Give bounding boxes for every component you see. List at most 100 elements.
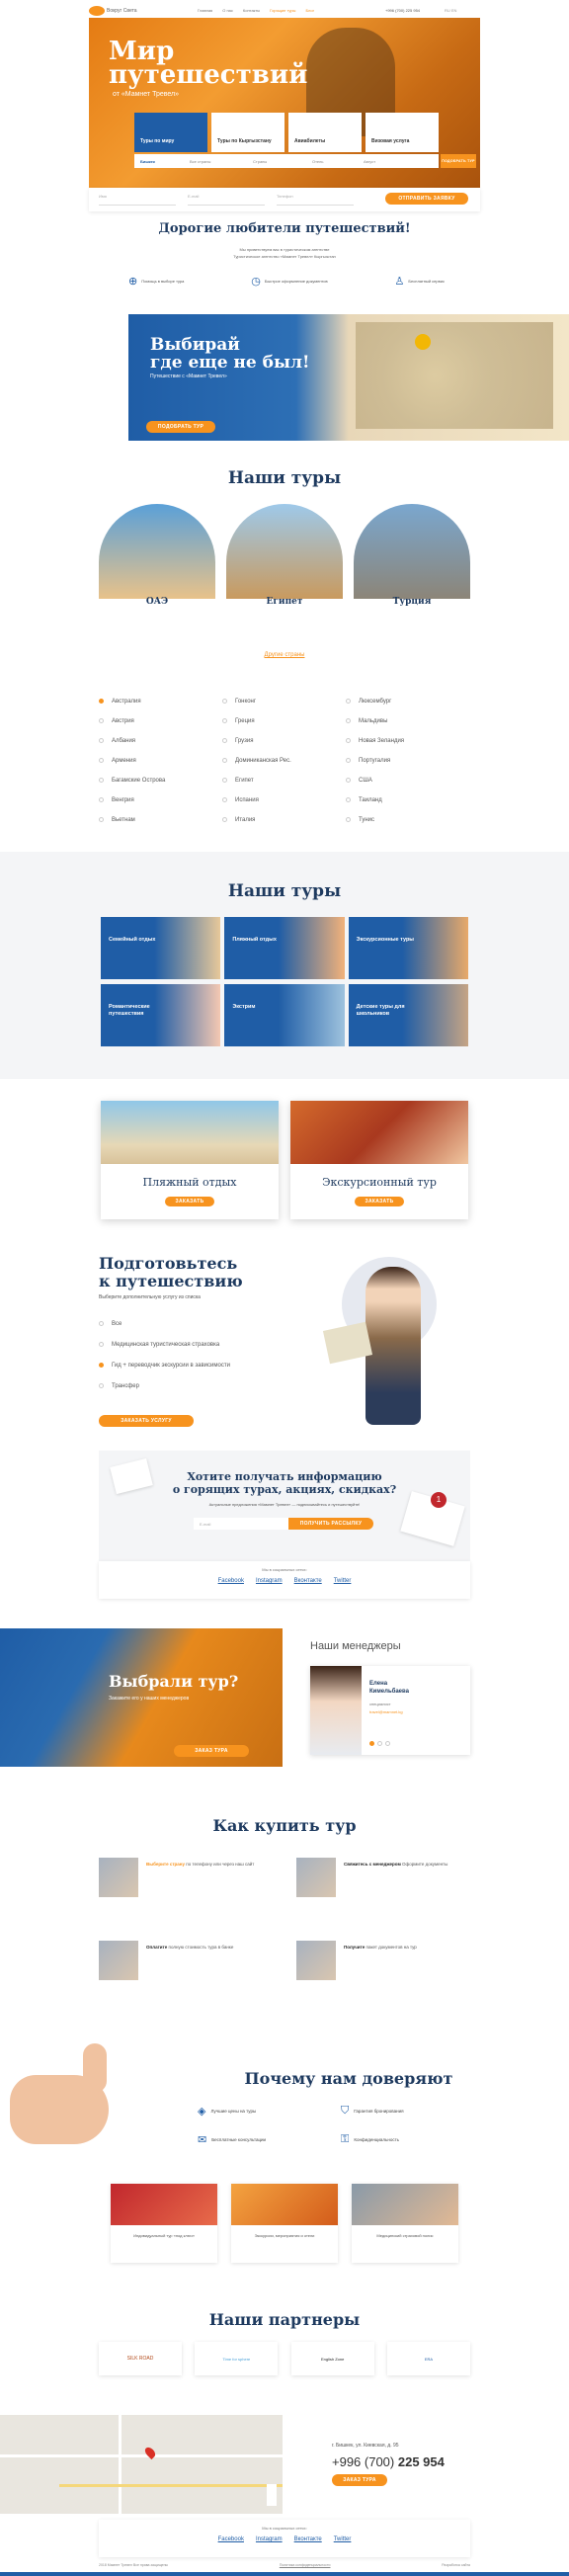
country-item[interactable]: Гонконг — [222, 692, 346, 711]
country-item[interactable]: Албания — [99, 731, 222, 751]
option-all[interactable]: Все — [99, 1314, 296, 1335]
facebook-link[interactable]: Facebook — [218, 1578, 244, 1584]
country-item[interactable]: Люксембург — [346, 692, 469, 711]
partners-logos: SILK ROAD Time for sphere English Zone E… — [99, 2342, 470, 2375]
nav-hot[interactable]: Горящие туры — [270, 8, 295, 13]
country-item[interactable]: Новая Зеландия — [346, 731, 469, 751]
country-item[interactable]: Италия — [222, 810, 346, 830]
tour-type-tile[interactable]: Пляжный отдых — [224, 917, 345, 979]
partner-era[interactable]: ERA — [386, 2342, 470, 2375]
beach-order-button[interactable]: ЗАКАЗАТЬ — [165, 1197, 214, 1206]
footer-facebook-link[interactable]: Facebook — [218, 2536, 244, 2542]
option-transfer[interactable]: Трансфер — [99, 1376, 296, 1397]
tour-turkey[interactable]: Турция — [354, 504, 470, 615]
country-item[interactable]: Вьетнам — [99, 810, 222, 830]
country-item[interactable]: Испания — [222, 790, 346, 810]
footer-twitter-link[interactable]: Twitter — [334, 2536, 352, 2542]
feature-free: ♙ Бесплатный сервис — [394, 276, 445, 288]
tour-egypt[interactable]: Египет — [226, 504, 343, 615]
search-hotel[interactable]: Отель — [312, 159, 364, 164]
tour-type-tile[interactable]: Экскурсионные туры — [348, 917, 468, 979]
dev-link[interactable]: Разработка сайта — [442, 2563, 470, 2567]
excursion-card[interactable]: Экскурсионный тур ЗАКАЗАТЬ — [290, 1101, 468, 1219]
tab-world[interactable]: Туры по миру — [134, 113, 207, 152]
contacts-order-button[interactable]: ЗАКАЗ ТУРА — [332, 2474, 387, 2486]
map-zoom-control[interactable] — [267, 2484, 277, 2506]
search-city[interactable]: Бишкек — [134, 159, 190, 164]
promo-sub: Путешествие с «Мамнет Тревел» — [150, 374, 227, 379]
policy-link[interactable]: Политика конфиденциальности — [280, 2563, 331, 2567]
step-text: Оплатите полную стоимость тура в банке — [146, 1945, 234, 1950]
country-item[interactable]: Мальдивы — [346, 711, 469, 731]
country-item[interactable]: Таиланд — [346, 790, 469, 810]
tour-type-tile[interactable]: Романтические путешествия — [101, 984, 221, 1046]
manager-photo — [310, 1666, 362, 1755]
lang-switch[interactable]: RU EN — [445, 8, 456, 13]
beach-card[interactable]: Пляжный отдых ЗАКАЗАТЬ — [101, 1101, 279, 1219]
partner-englishzone[interactable]: English Zone — [290, 2342, 374, 2375]
trust-photo-2: Экскурсии, мероприятия и отели — [231, 2184, 338, 2263]
logo-text[interactable]: Вокруг Света — [107, 8, 137, 14]
uae-photo — [99, 504, 215, 599]
country-item[interactable]: Доминиканская Рес. — [222, 751, 346, 771]
main-nav: Главная О нас Контакты Горящие туры Блог — [198, 8, 314, 13]
logo-icon[interactable] — [89, 6, 105, 16]
tour-type-tile[interactable]: Экстрим — [224, 984, 345, 1046]
country-item[interactable]: Грузия — [222, 731, 346, 751]
hero-tabs: Туры по миру Туры по Кыргызстану Авиабил… — [134, 113, 439, 152]
nav-home[interactable]: Главная — [198, 8, 212, 13]
vk-link[interactable]: Вконтакте — [294, 1578, 322, 1584]
partner-silkroad[interactable]: SILK ROAD — [99, 2342, 182, 2375]
country-item[interactable]: Тунис — [346, 810, 469, 830]
search-button[interactable]: ПОДОБРАТЬ ТУР — [441, 154, 476, 168]
clock-icon: ◷ — [251, 276, 261, 288]
country-item[interactable]: Португалия — [346, 751, 469, 771]
twitter-link[interactable]: Twitter — [334, 1578, 352, 1584]
nav-about[interactable]: О нас — [222, 8, 233, 13]
search-date[interactable]: Август — [364, 159, 423, 164]
nav-contacts[interactable]: Контакты — [243, 8, 260, 13]
country-item[interactable]: Египет — [222, 771, 346, 790]
country-item[interactable]: Венгрия — [99, 790, 222, 810]
name-field[interactable]: Имя — [99, 194, 176, 206]
tab-avia[interactable]: Авиабилеты — [288, 113, 362, 152]
footer-vk-link[interactable]: Вконтакте — [294, 2536, 322, 2542]
order-tour-button[interactable]: ЗАКАЗ ТУРА — [174, 1745, 249, 1757]
nav-blog[interactable]: Блог — [305, 8, 314, 13]
pin-icon — [415, 334, 431, 350]
map[interactable] — [0, 2415, 283, 2514]
option-guide[interactable]: Гид + переводчик экскурсии в зависимости — [99, 1356, 296, 1376]
email-field[interactable]: E-mail — [188, 194, 265, 206]
manager-email[interactable]: travel@mamnet.kg — [369, 1709, 403, 1714]
footer-instagram-link[interactable]: Instagram — [256, 2536, 283, 2542]
tab-kyrgyzstan[interactable]: Туры по Кыргызстану — [211, 113, 284, 152]
other-countries-link[interactable]: Другие страны — [0, 652, 569, 658]
excursion-order-button[interactable]: ЗАКАЗАТЬ — [355, 1197, 404, 1206]
country-item[interactable]: Австралия — [99, 692, 222, 711]
phone-field[interactable]: Телефон — [277, 194, 354, 206]
subscribe-button[interactable]: ПОЛУЧИТЬ РАССЫЛКУ — [288, 1518, 373, 1530]
country-item[interactable]: Армения — [99, 751, 222, 771]
partner-timeforsphere[interactable]: Time for sphere — [195, 2342, 279, 2375]
country-item[interactable]: Греция — [222, 711, 346, 731]
country-item[interactable]: Багамские Острова — [99, 771, 222, 790]
submit-request-button[interactable]: ОТПРАВИТЬ ЗАЯВКУ — [385, 193, 468, 205]
instagram-link[interactable]: Instagram — [256, 1578, 283, 1584]
tour-uae[interactable]: ОАЭ — [99, 504, 215, 615]
prepare-sub: Выберите дополнительную услугу из списка — [99, 1294, 201, 1300]
contacts-phone[interactable]: +996 (700) 225 954 — [332, 2454, 445, 2469]
tour-type-label: Пляжный отдых — [232, 937, 277, 943]
option-insurance[interactable]: Медицинская туристическая страховка — [99, 1335, 296, 1356]
tour-type-tile[interactable]: Семейный отдых — [101, 917, 221, 979]
search-countries[interactable]: Страны — [253, 159, 312, 164]
tab-visa[interactable]: Визовая услуга — [366, 113, 439, 152]
search-country[interactable]: Все страны — [190, 159, 253, 164]
promo-button[interactable]: ПОДОБРАТЬ ТУР — [146, 421, 215, 433]
tour-type-tile[interactable]: Детские туры для школьников — [348, 984, 468, 1046]
manager-dots[interactable] — [369, 1741, 390, 1746]
country-item[interactable]: США — [346, 771, 469, 790]
order-service-button[interactable]: ЗАКАЗАТЬ УСЛУГУ — [99, 1415, 194, 1427]
country-item[interactable]: Австрия — [99, 711, 222, 731]
subscribe-email-input[interactable]: E-mail — [194, 1518, 288, 1530]
header-phone[interactable]: +996 (700) 225 954 — [385, 8, 420, 13]
